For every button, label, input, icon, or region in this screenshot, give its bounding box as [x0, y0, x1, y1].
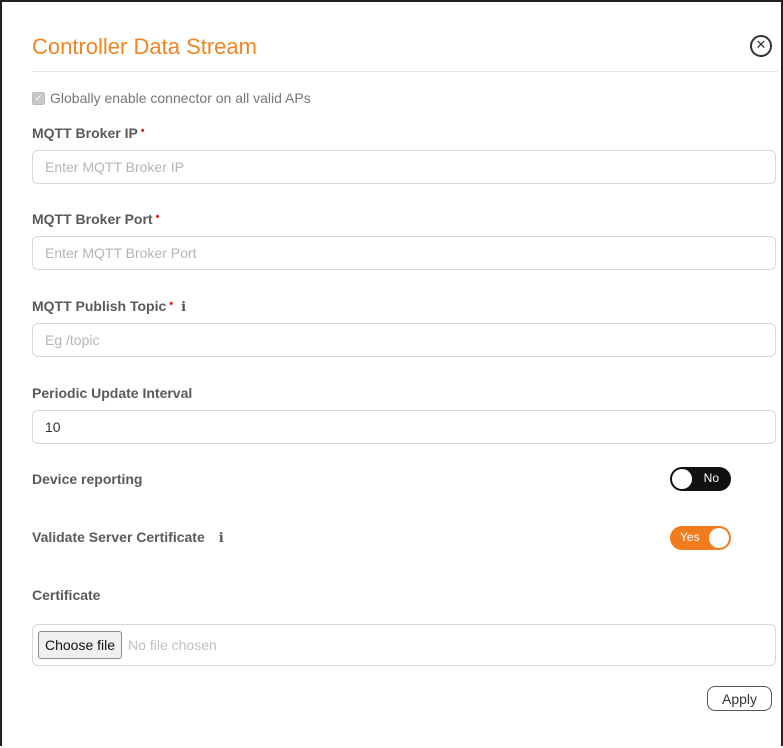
required-marker: • [155, 211, 160, 223]
controller-data-stream-dialog: Controller Data Stream ✕ ✓ Globally enab… [10, 10, 781, 748]
validate-cert-label-text: Validate Server Certificate [32, 529, 205, 545]
broker-ip-label: MQTT Broker IP • [32, 125, 145, 141]
broker-port-input[interactable] [32, 236, 776, 270]
broker-ip-label-text: MQTT Broker IP [32, 125, 138, 141]
validate-cert-toggle[interactable]: Yes [670, 526, 731, 550]
close-icon[interactable]: ✕ [750, 35, 772, 57]
validate-cert-label: Validate Server Certificate i [32, 529, 224, 546]
info-icon[interactable]: i [219, 531, 224, 546]
global-enable-row[interactable]: ✓ Globally enable connector on all valid… [32, 90, 311, 106]
info-icon[interactable]: i [181, 300, 186, 315]
device-reporting-label: Device reporting [32, 471, 143, 487]
global-enable-label: Globally enable connector on all valid A… [50, 90, 311, 106]
publish-topic-label: MQTT Publish Topic • i [32, 298, 186, 315]
toggle-state-text: No [703, 471, 719, 485]
toggle-state-text: Yes [680, 530, 700, 544]
toggle-knob [672, 469, 692, 489]
global-enable-checkbox[interactable]: ✓ [32, 91, 45, 105]
toggle-knob [709, 528, 729, 548]
broker-ip-input[interactable] [32, 150, 776, 184]
required-marker: • [140, 125, 145, 137]
apply-button[interactable]: Apply [707, 686, 772, 711]
title-divider [32, 71, 778, 72]
dialog-title: Controller Data Stream [32, 34, 257, 59]
window-frame: Controller Data Stream ✕ ✓ Globally enab… [0, 0, 783, 748]
file-status-text: No file chosen [128, 637, 217, 653]
publish-topic-label-text: MQTT Publish Topic [32, 298, 167, 314]
publish-topic-input[interactable] [32, 323, 776, 357]
certificate-label: Certificate [32, 587, 101, 603]
broker-port-label: MQTT Broker Port • [32, 211, 159, 227]
update-interval-input[interactable] [32, 410, 776, 444]
required-marker: • [169, 298, 174, 310]
certificate-file-input[interactable]: Choose file No file chosen [32, 624, 776, 666]
device-reporting-toggle[interactable]: No [670, 467, 731, 491]
choose-file-button[interactable]: Choose file [38, 631, 123, 659]
broker-port-label-text: MQTT Broker Port [32, 211, 153, 227]
update-interval-label: Periodic Update Interval [32, 385, 193, 401]
